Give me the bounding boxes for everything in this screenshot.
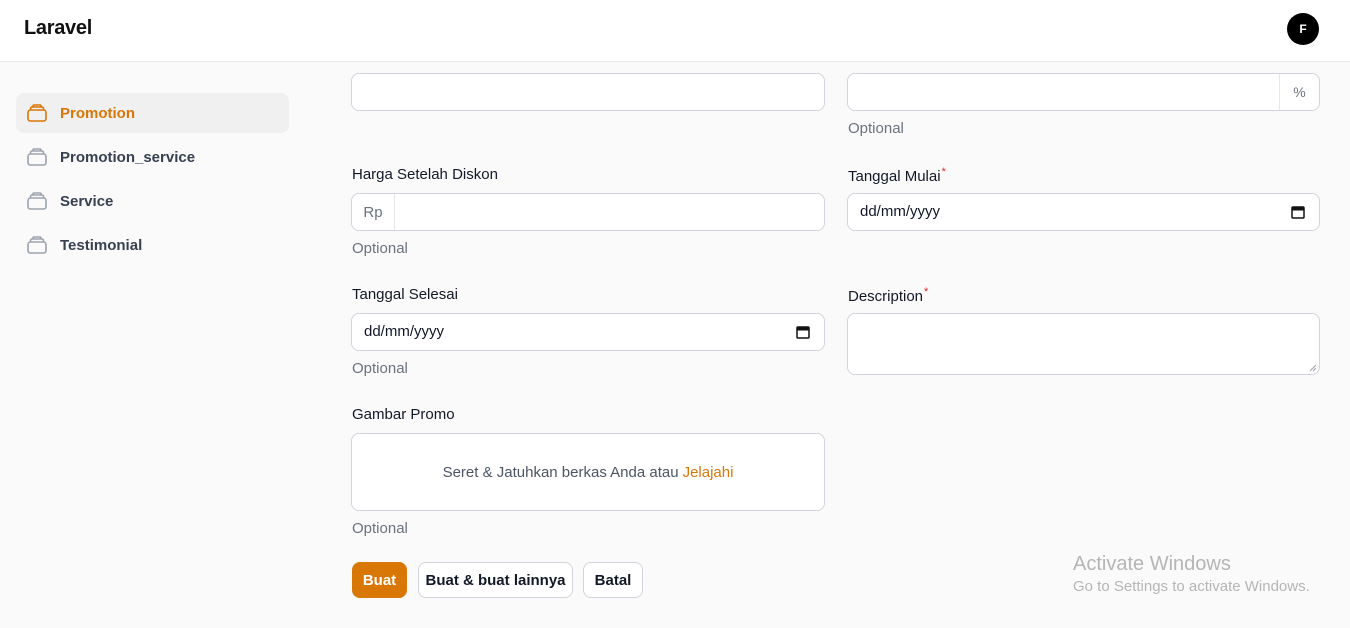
dropzone-text: Seret & Jatuhkan berkas Anda atau: [442, 463, 679, 481]
sidebar-item-testimonial[interactable]: Testimonial: [16, 225, 289, 265]
sidebar-item-label: Promotion: [60, 104, 135, 122]
cancel-button[interactable]: Batal: [583, 562, 643, 598]
end-date-label: Tanggal Selesai: [352, 286, 458, 303]
sidebar-item-promotion[interactable]: Promotion: [16, 93, 289, 133]
rupiah-prefix: Rp: [352, 194, 395, 230]
start-date-input[interactable]: dd/mm/yyyy: [847, 193, 1320, 231]
activation-watermark-subtitle: Go to Settings to activate Windows.: [1073, 578, 1310, 595]
end-date-input[interactable]: dd/mm/yyyy: [351, 313, 825, 351]
start-date-label-text: Tanggal Mulai: [848, 168, 941, 185]
start-date-value: dd/mm/yyyy: [860, 203, 941, 220]
stack-icon: [26, 234, 48, 256]
top-bar: Laravel F: [0, 0, 1350, 62]
sidebar-item-service[interactable]: Service: [16, 181, 289, 221]
discount-input[interactable]: %: [847, 73, 1320, 111]
user-avatar[interactable]: F: [1287, 13, 1319, 45]
calendar-icon[interactable]: [1291, 205, 1305, 219]
start-date-label: Tanggal Mulai*: [848, 166, 946, 185]
sidebar: Promotion Promotion_service Service Test…: [16, 93, 289, 269]
activation-watermark-title: Activate Windows: [1073, 553, 1231, 575]
price-after-discount-label: Harga Setelah Diskon: [352, 166, 498, 183]
sidebar-item-label: Promotion_service: [60, 148, 196, 166]
end-date-value: dd/mm/yyyy: [364, 323, 445, 340]
stack-icon: [26, 190, 48, 212]
discount-hint: Optional: [848, 120, 904, 137]
sidebar-item-label: Service: [60, 192, 114, 210]
brand-logo[interactable]: Laravel: [24, 17, 92, 40]
description-label-text: Description: [848, 288, 924, 305]
description-textarea[interactable]: [847, 313, 1320, 375]
image-dropzone[interactable]: Seret & Jatuhkan berkas Anda atau Jelaja…: [351, 433, 825, 511]
create-another-button[interactable]: Buat & buat lainnya: [418, 562, 573, 598]
price-after-discount-input[interactable]: Rp: [351, 193, 825, 231]
image-hint: Optional: [352, 520, 408, 537]
sidebar-item-promotion-service[interactable]: Promotion_service: [16, 137, 289, 177]
description-label: Description*: [848, 286, 928, 305]
sidebar-item-label: Testimonial: [60, 236, 143, 254]
end-date-hint: Optional: [352, 360, 408, 377]
resize-handle-icon[interactable]: [1309, 364, 1317, 372]
stack-icon: [26, 146, 48, 168]
required-marker: *: [924, 286, 929, 298]
browse-link[interactable]: Jelajahi: [683, 464, 734, 481]
create-button[interactable]: Buat: [352, 562, 407, 598]
calendar-icon[interactable]: [796, 325, 810, 339]
required-marker: *: [941, 166, 946, 178]
image-label: Gambar Promo: [352, 406, 455, 423]
stack-icon: [26, 102, 48, 124]
percent-suffix: %: [1279, 74, 1319, 110]
top-left-input[interactable]: [351, 73, 825, 111]
price-after-discount-hint: Optional: [352, 240, 408, 257]
